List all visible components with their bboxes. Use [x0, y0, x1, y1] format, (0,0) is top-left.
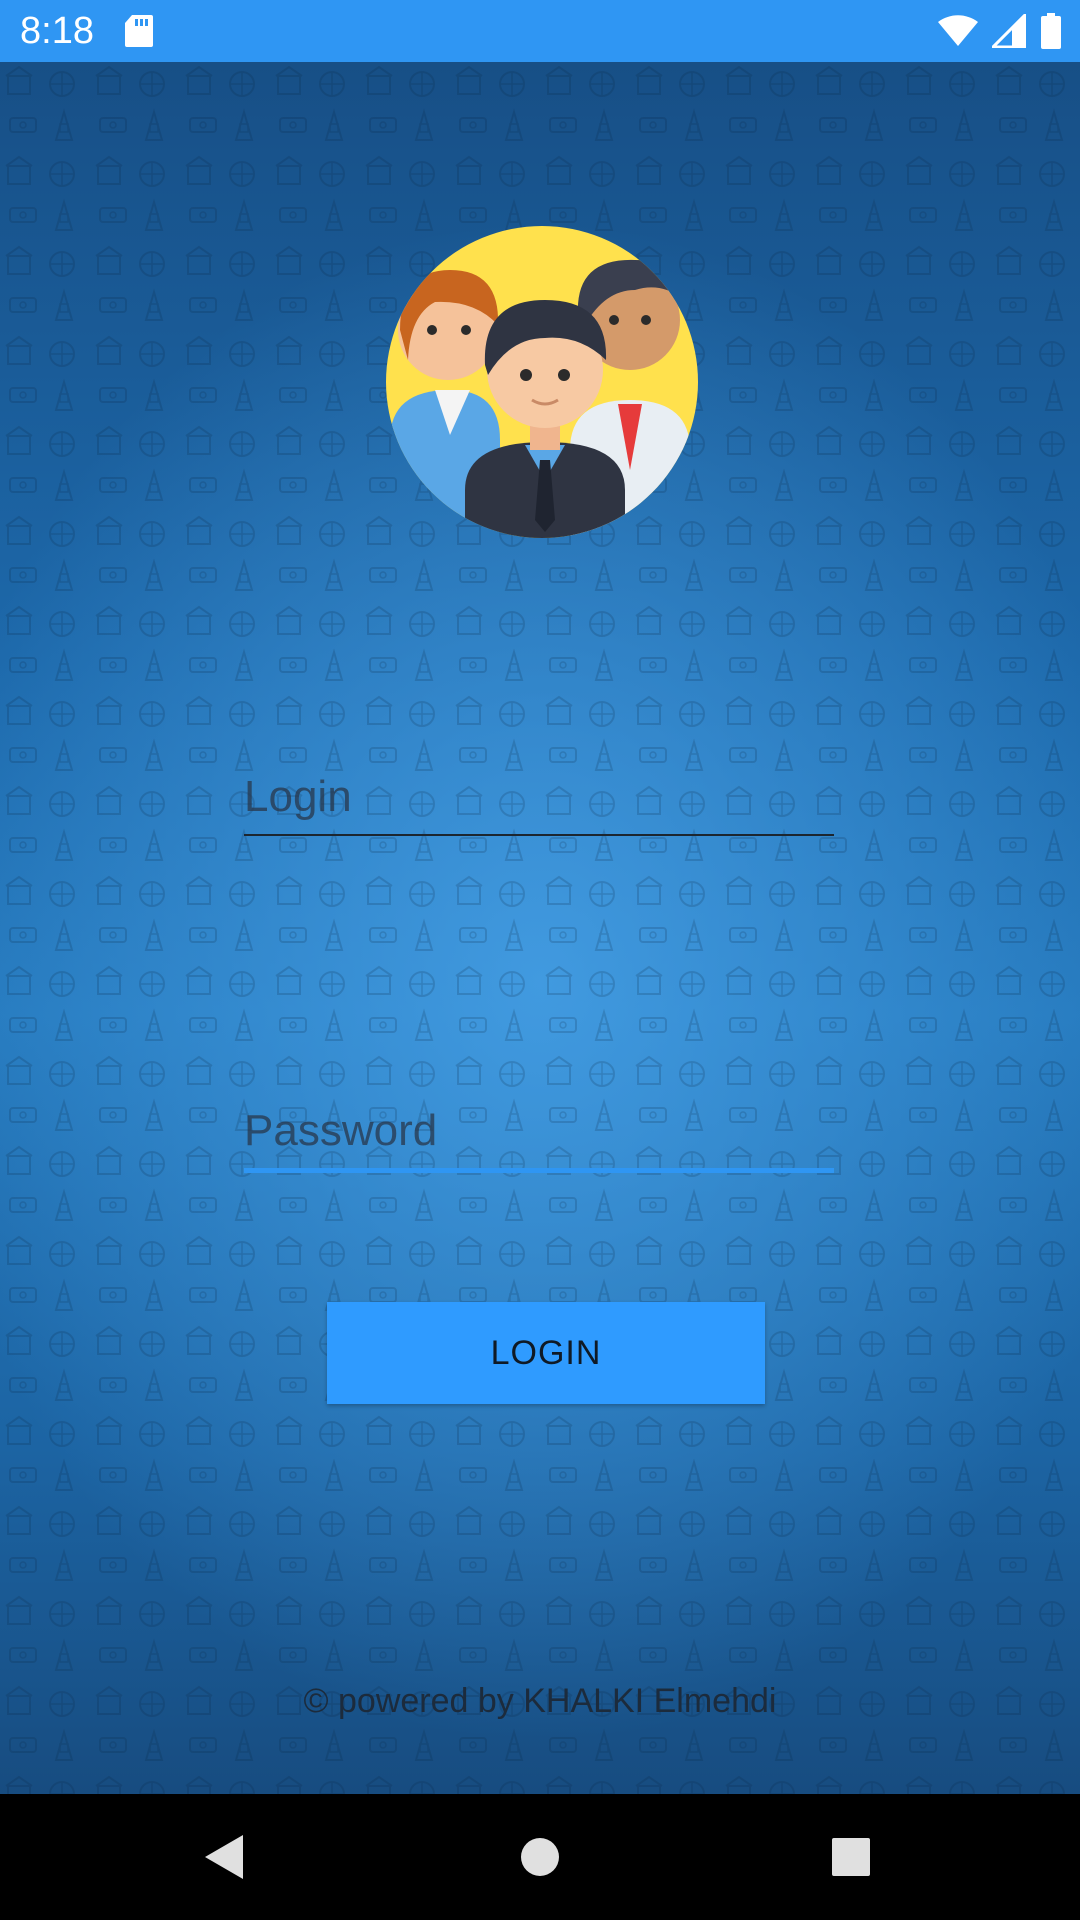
sd-card-icon: [125, 15, 153, 47]
password-underline: [244, 1168, 834, 1173]
navigation-bar: [0, 1794, 1080, 1920]
login-underline: [244, 834, 834, 836]
status-time: 8:18: [20, 10, 94, 52]
team-avatar-icon: [386, 226, 698, 538]
login-screen: 8:18 Login LOGIN © powered by KHALKI Elm…: [0, 0, 1080, 1920]
recents-icon: [832, 1838, 870, 1876]
status-bar: 8:18: [0, 0, 1080, 62]
wifi-icon: [938, 15, 978, 46]
login-input[interactable]: [244, 772, 834, 834]
password-input[interactable]: [244, 1106, 834, 1168]
login-button[interactable]: LOGIN: [327, 1302, 765, 1404]
login-field[interactable]: [244, 772, 834, 836]
signal-icon: [992, 14, 1026, 48]
password-field[interactable]: [244, 1106, 834, 1173]
back-button[interactable]: [192, 1824, 258, 1890]
back-icon: [205, 1835, 243, 1879]
footer-credit: © powered by KHALKI Elmehdi: [303, 1682, 777, 1720]
home-button[interactable]: [507, 1824, 573, 1890]
recents-button[interactable]: [818, 1824, 884, 1890]
battery-icon: [1041, 13, 1061, 49]
status-icons: [938, 12, 1062, 50]
home-icon: [521, 1838, 559, 1876]
main-content: LOGIN © powered by KHALKI Elmehdi: [0, 62, 1080, 1794]
